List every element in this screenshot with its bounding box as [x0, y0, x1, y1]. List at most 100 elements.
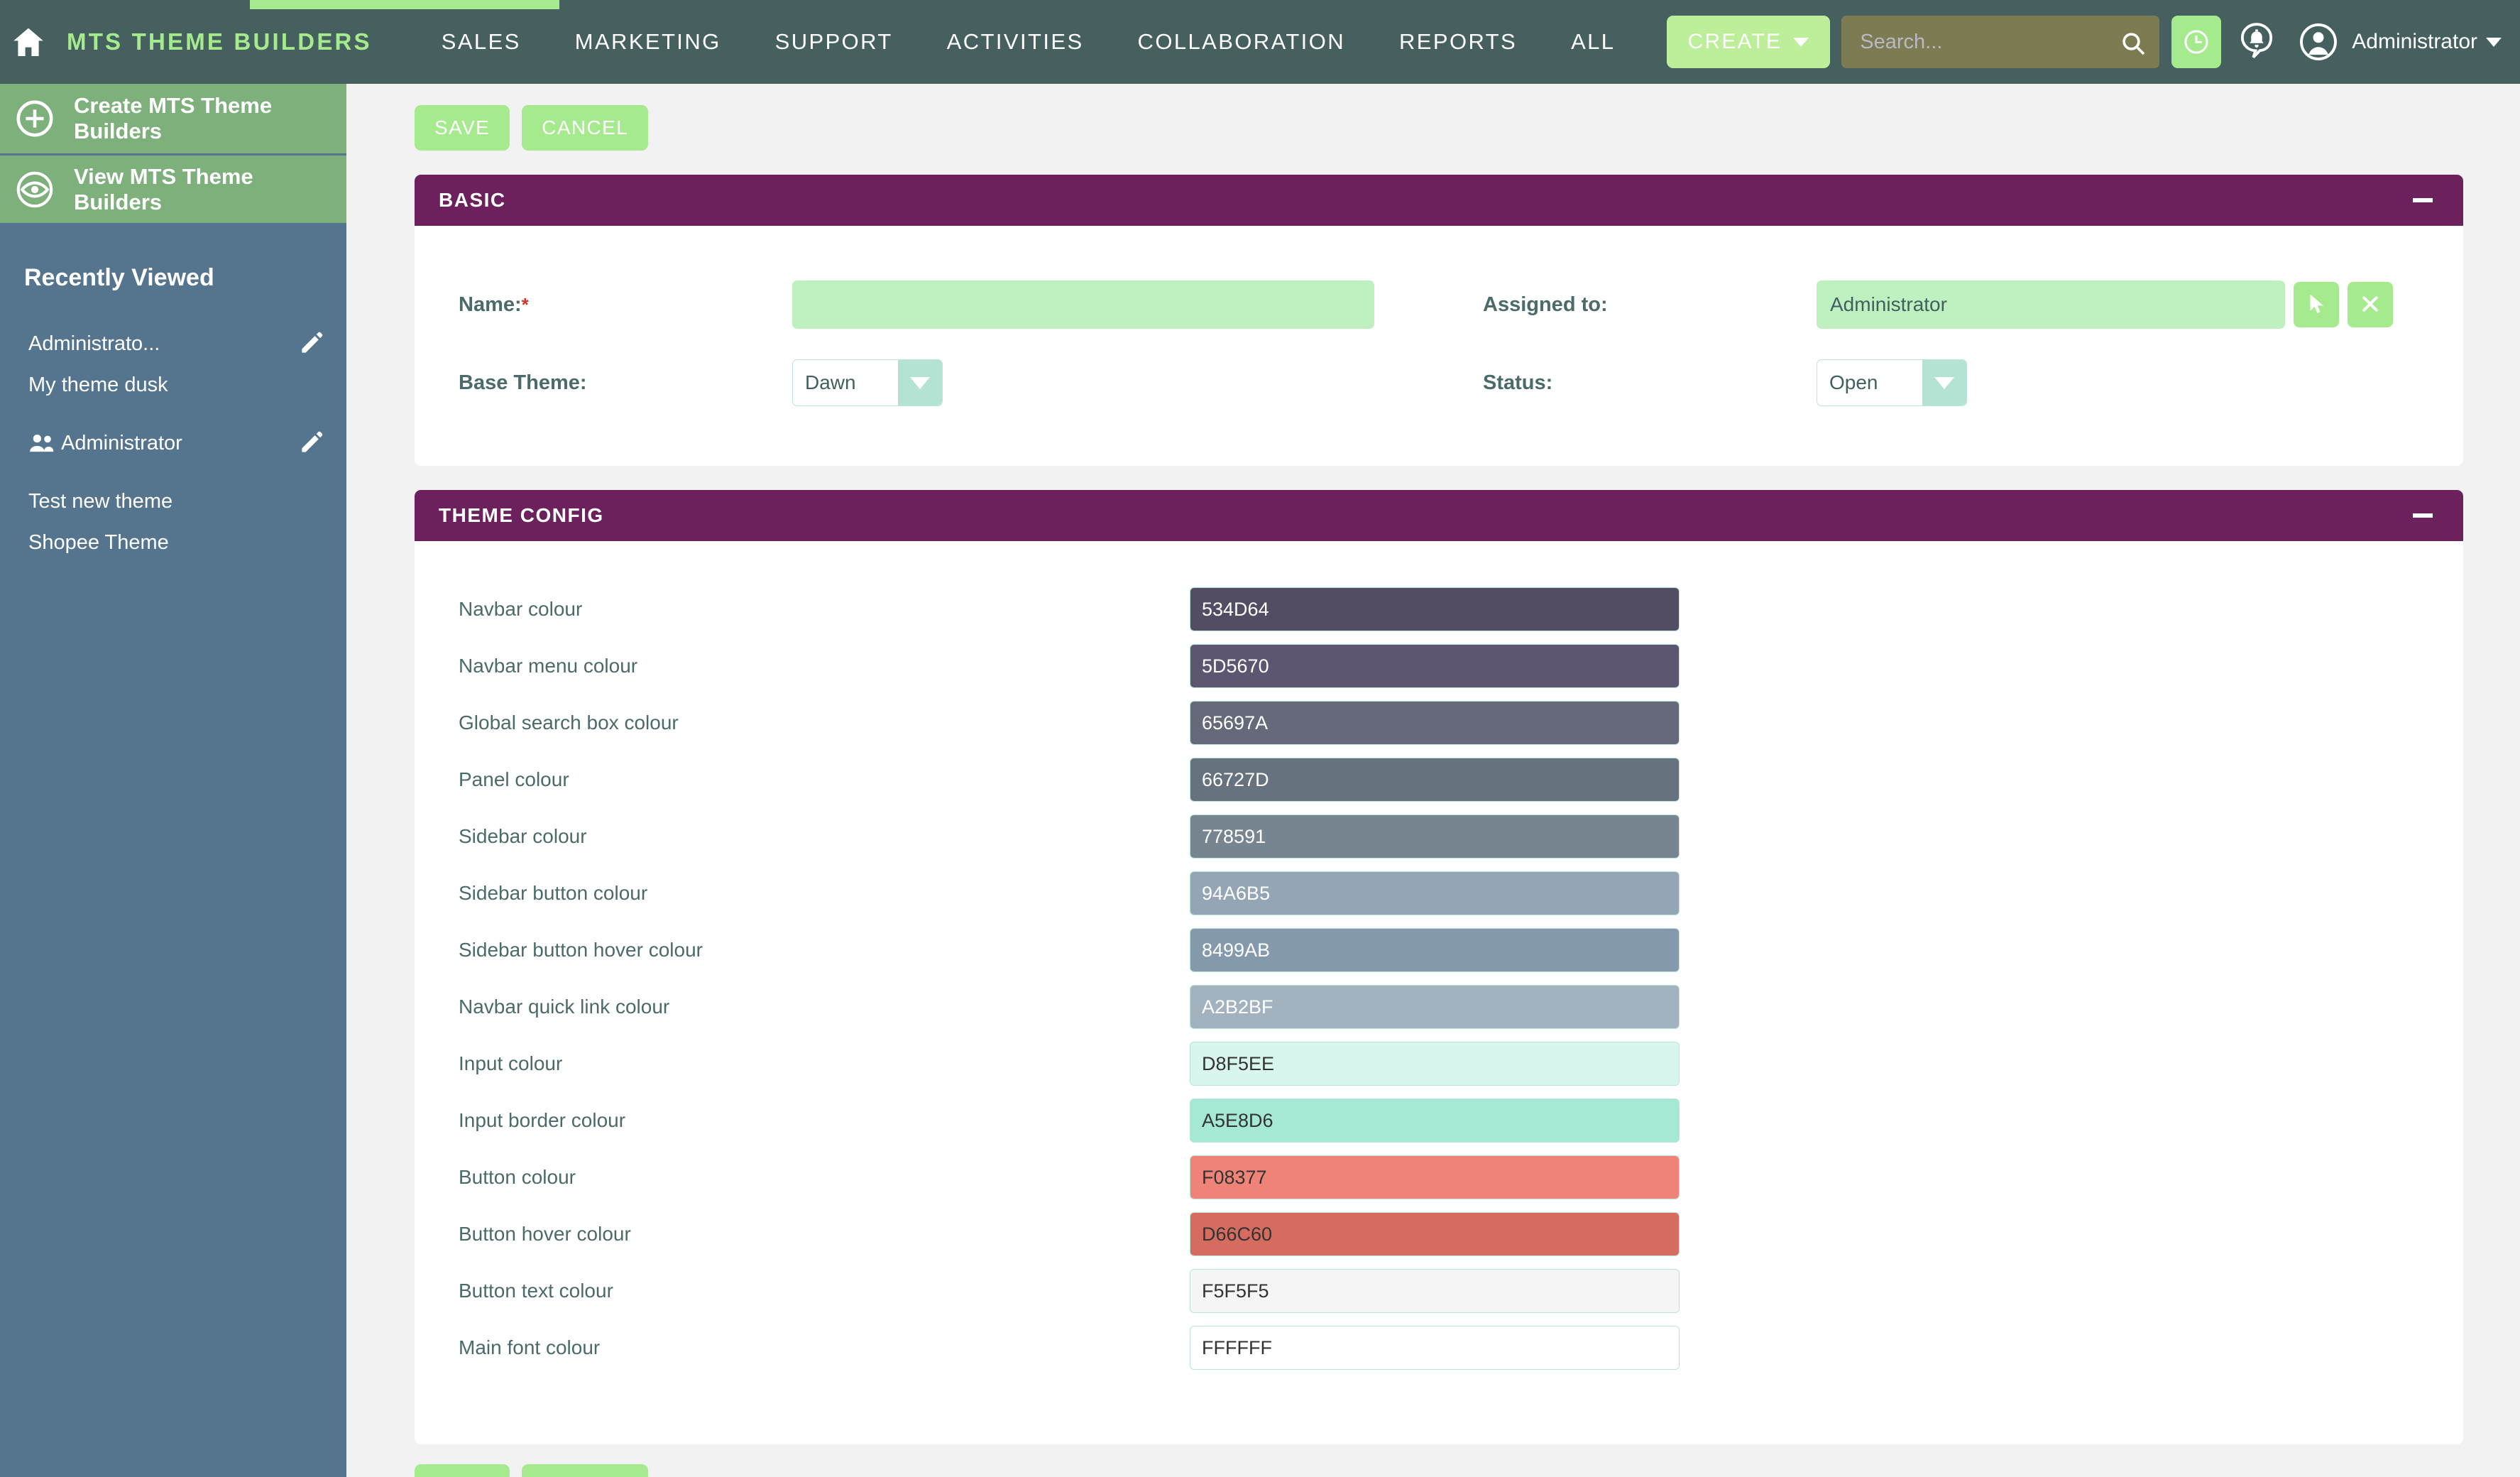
home-icon[interactable]	[10, 23, 47, 60]
colour-value-input[interactable]	[1190, 1099, 1680, 1143]
field-row-status: Status: Open	[1483, 344, 2463, 422]
nav-link-all[interactable]: ALL	[1544, 29, 1642, 55]
basic-right-column: Assigned to: Administrator Status: Open	[1439, 266, 2463, 422]
colour-value-input[interactable]	[1190, 1042, 1680, 1086]
sidebar-item-view-mts-theme-builders[interactable]: View MTS Theme Builders	[0, 153, 346, 223]
sidebar: Create MTS Theme Builders View MTS Theme…	[0, 84, 346, 1477]
list-item[interactable]: Administrator	[0, 423, 346, 464]
chevron-down-icon	[1793, 37, 1809, 47]
close-x-icon	[2360, 293, 2381, 317]
list-item[interactable]: Shopee Theme	[0, 522, 346, 563]
name-label: Name:*	[459, 293, 792, 317]
colour-value-input[interactable]	[1190, 587, 1680, 631]
name-label-text: Name:	[459, 293, 522, 316]
nav-link-reports[interactable]: REPORTS	[1372, 29, 1544, 55]
colour-value-input[interactable]	[1190, 814, 1680, 859]
base-theme-label: Base Theme:	[459, 371, 587, 394]
brand-title: MTS THEME BUILDERS	[67, 28, 372, 55]
assigned-to-clear-button[interactable]	[2348, 282, 2393, 327]
colour-value-input[interactable]	[1190, 871, 1680, 915]
theme-config-row-label: Navbar colour	[459, 598, 583, 620]
list-item[interactable]: My theme dusk	[0, 364, 346, 405]
cancel-button[interactable]: CANCEL	[522, 105, 649, 151]
navbar-active-accent	[250, 0, 559, 9]
colour-value-input[interactable]	[1190, 1212, 1680, 1256]
theme-config-row: Input border colour	[415, 1092, 2463, 1149]
recent-activity-clock-button[interactable]	[2171, 16, 2222, 68]
user-avatar-icon[interactable]	[2292, 16, 2345, 68]
main-content: SAVE CANCEL BASIC Name:* Base Theme: Daw…	[346, 84, 2520, 1477]
theme-config-row: Sidebar button hover colour	[415, 922, 2463, 979]
theme-config-row-label: Button text colour	[459, 1280, 613, 1302]
theme-config-row: Input colour	[415, 1035, 2463, 1092]
status-select[interactable]: Open	[1817, 359, 1967, 406]
colour-value-input[interactable]	[1190, 1269, 1680, 1313]
theme-config-row: Global search box colour	[415, 694, 2463, 751]
colour-value-input[interactable]	[1190, 701, 1680, 745]
status-select-value: Open	[1829, 371, 1878, 393]
colour-value-input[interactable]	[1190, 985, 1680, 1029]
basic-panel: BASIC Name:* Base Theme: Dawn Assigned t…	[415, 175, 2463, 466]
theme-config-row: Navbar menu colour	[415, 638, 2463, 694]
sidebar-item-label: Create MTS Theme Builders	[74, 93, 273, 143]
minimize-icon[interactable]	[2406, 184, 2439, 217]
nav-link-support[interactable]: SUPPORT	[748, 29, 920, 55]
list-item-label: Test new theme	[28, 489, 173, 513]
base-theme-select-value: Dawn	[805, 371, 856, 393]
recently-viewed-heading: Recently Viewed	[24, 264, 214, 291]
top-navbar: MTS THEME BUILDERS SALES MARKETING SUPPO…	[0, 0, 2520, 84]
theme-config-row: Button text colour	[415, 1263, 2463, 1319]
list-item-label: Administrator	[61, 431, 182, 454]
theme-config-row-label: Navbar quick link colour	[459, 996, 670, 1018]
edit-pencil-icon[interactable]	[298, 329, 327, 358]
plus-circle-icon	[13, 97, 57, 141]
nav-link-sales[interactable]: SALES	[415, 29, 548, 55]
theme-config-row-label: Panel colour	[459, 768, 569, 790]
list-item-label: Administrato...	[28, 332, 160, 355]
sidebar-item-create-mts-theme-builders[interactable]: Create MTS Theme Builders	[0, 84, 346, 153]
nav-link-marketing[interactable]: MARKETING	[548, 29, 748, 55]
theme-config-row-label: Input border colour	[459, 1109, 626, 1131]
navbar-links: SALES MARKETING SUPPORT ACTIVITIES COLLA…	[415, 29, 1643, 55]
assigned-to-label: Assigned to:	[1483, 293, 1608, 316]
theme-config-panel-header: THEME CONFIG	[415, 490, 2463, 541]
cancel-button[interactable]: CANCEL	[522, 1464, 649, 1477]
theme-config-panel: THEME CONFIG Navbar colour Navbar menu co…	[415, 490, 2463, 1444]
basic-panel-body: Name:* Base Theme: Dawn Assigned to: Adm…	[415, 226, 2463, 466]
chevron-down-icon	[1922, 360, 1966, 405]
colour-value-input[interactable]	[1190, 1326, 1680, 1370]
list-item[interactable]: Test new theme	[0, 481, 346, 522]
assigned-to-select-button[interactable]	[2294, 282, 2339, 327]
colour-value-input[interactable]	[1190, 758, 1680, 802]
theme-config-row-label: Navbar menu colour	[459, 655, 638, 677]
base-theme-select[interactable]: Dawn	[792, 359, 943, 406]
theme-config-row-label: Sidebar button colour	[459, 882, 648, 904]
minimize-icon[interactable]	[2406, 499, 2439, 532]
name-input[interactable]	[792, 280, 1374, 329]
save-button[interactable]: SAVE	[415, 1464, 510, 1477]
recently-viewed-list: Administrato... My theme dusk Administra…	[0, 323, 346, 563]
create-button[interactable]: CREATE	[1666, 16, 1831, 68]
colour-value-input[interactable]	[1190, 1155, 1680, 1199]
edit-pencil-icon[interactable]	[298, 429, 327, 457]
nav-link-activities[interactable]: ACTIVITIES	[920, 29, 1111, 55]
field-row-base-theme: Base Theme: Dawn	[459, 344, 1439, 422]
user-menu[interactable]: Administrator	[2352, 30, 2502, 54]
search-icon[interactable]	[2117, 27, 2149, 60]
save-button[interactable]: SAVE	[415, 105, 510, 151]
colour-value-input[interactable]	[1190, 644, 1680, 688]
colour-value-input[interactable]	[1190, 928, 1680, 972]
nav-link-collaboration[interactable]: COLLABORATION	[1111, 29, 1372, 55]
theme-config-row-label: Sidebar colour	[459, 825, 587, 847]
field-row-name: Name:*	[459, 266, 1439, 344]
navbar-right-cluster: CREATE Search... Administrator	[1666, 0, 2502, 84]
create-button-label: CREATE	[1687, 30, 1782, 53]
basic-panel-title: BASIC	[439, 189, 506, 211]
theme-config-row-label: Input colour	[459, 1052, 563, 1074]
theme-config-row: Button hover colour	[415, 1206, 2463, 1263]
assigned-to-input[interactable]	[1817, 280, 2285, 329]
theme-config-row: Panel colour	[415, 751, 2463, 808]
search-input[interactable]	[1841, 16, 2160, 68]
list-item[interactable]: Administrato...	[0, 323, 346, 364]
bell-notification-icon[interactable]	[2230, 16, 2283, 68]
